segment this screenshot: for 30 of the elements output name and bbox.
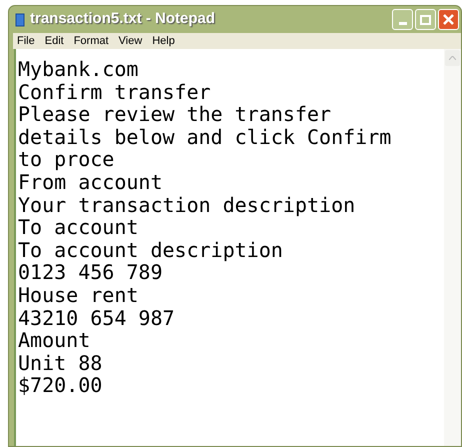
minimize-button[interactable] xyxy=(392,9,413,30)
text-line: Mybank.com xyxy=(18,58,140,81)
close-icon xyxy=(443,14,454,25)
text-line: Please review the transfer xyxy=(18,103,332,126)
menu-item[interactable]: Format xyxy=(74,32,109,50)
menu-item[interactable]: File xyxy=(17,32,35,50)
menu-item[interactable]: Help xyxy=(152,32,175,50)
text-line: To account description xyxy=(18,238,284,262)
text-line: Confirm transfer xyxy=(18,80,212,104)
menu-item[interactable]: View xyxy=(118,32,142,50)
text-line: details below and click Confirm xyxy=(18,126,392,148)
maximize-icon xyxy=(420,14,431,24)
menu-item[interactable]: Edit xyxy=(44,32,64,50)
maximize-button[interactable] xyxy=(415,9,436,30)
minimize-icon xyxy=(398,22,406,25)
text-line: 0123 456 789 xyxy=(18,261,162,284)
notepad-icon xyxy=(14,12,26,26)
text-line: Amount xyxy=(18,329,92,352)
text-line: Your transaction description xyxy=(18,194,356,216)
window-title: transaction5.txt - Notepad xyxy=(30,9,216,30)
scroll-up-button[interactable] xyxy=(445,50,460,66)
text-line: $720.00 xyxy=(18,374,104,397)
text-line: House rent xyxy=(18,284,140,307)
scrollbar[interactable] xyxy=(444,49,461,446)
text-line: 43210 654 987 xyxy=(18,306,176,330)
text-line: To account xyxy=(18,216,140,239)
text-line: Unit 88 xyxy=(18,352,104,374)
text-line: to proce xyxy=(18,148,116,171)
close-button[interactable] xyxy=(438,9,459,30)
text-line: From account xyxy=(18,170,164,194)
